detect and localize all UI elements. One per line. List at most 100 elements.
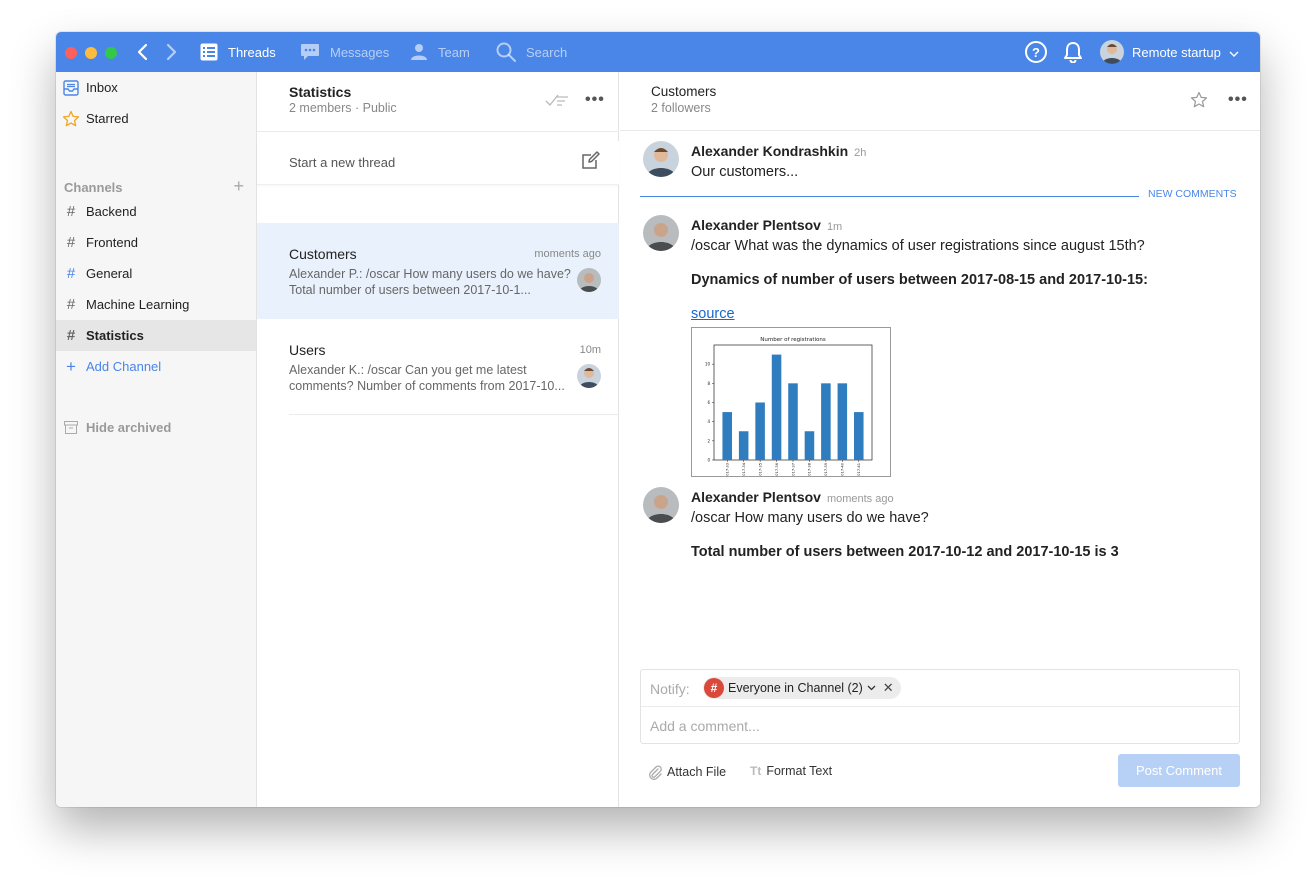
hide-archived-button[interactable]: Hide archived [56,412,256,443]
sidebar-item-label: Statistics [86,328,144,343]
thread-time: 10m [579,344,601,356]
message-author: Alexander Plentsov 1m [691,217,842,233]
sidebar-item-statistics[interactable]: # Statistics [56,320,256,351]
author-name: Alexander Kondrashkin [691,143,849,159]
hash-icon: # [704,678,724,698]
new-thread-row[interactable]: Start a new thread [257,141,619,185]
y-tick-label: 0 [707,458,710,463]
bell-icon[interactable] [1062,41,1084,68]
bot-result-text: Total number of users between 2017-10-12… [691,544,1119,560]
x-tick-label: 2017-40 [841,462,845,476]
avatar [577,364,601,388]
maximize-window-button[interactable] [105,47,117,59]
hide-archived-label: Hide archived [86,420,172,435]
attach-file-button[interactable]: Attach File [648,764,726,780]
message-author: Alexander Plentsov moments ago [691,489,894,505]
tab-team[interactable]: Team [410,32,470,72]
tab-threads[interactable]: Threads [200,32,276,72]
inbox-icon [56,79,86,96]
hash-icon: # [66,327,76,344]
sidebar-item-machine-learning[interactable]: # Machine Learning [56,289,256,320]
tab-team-label: Team [438,44,470,60]
avatar [643,487,679,523]
sidebar-item-backend[interactable]: # Backend [56,196,256,227]
add-channel-label: Add Channel [86,359,162,374]
thread-item-customers[interactable]: Customers moments ago Alexander P.: /osc… [257,223,619,319]
chevron-down-icon[interactable] [867,683,876,694]
sidebar-item-general[interactable]: # General [56,258,256,289]
add-channel-plus-icon[interactable]: + [233,177,244,195]
channels-heading: Channels [64,180,123,195]
registrations-chart[interactable]: Number of registrations 0 2 4 6 8 10 2017-33 20… [691,327,891,478]
new-thread-label: Start a new thread [289,155,396,170]
conversation-header: Customers 2 followers ••• [620,72,1260,131]
thread-title: Customers [651,84,717,99]
format-text-button[interactable]: Tt Format Text [750,764,832,778]
star-icon[interactable] [1190,91,1208,114]
chart-bar [788,383,798,460]
hash-icon: # [66,265,76,282]
chart-bar [771,354,782,460]
conversation-panel: Customers 2 followers ••• Alexander Kond… [620,72,1260,807]
notify-label: Notify: [650,681,690,697]
x-tick-label: 2017-39 [824,462,828,476]
message-text: /oscar What was the dynamics of user reg… [691,238,1145,254]
star-icon [56,110,86,128]
x-tick-label: 2017-38 [808,462,812,476]
sidebar-item-frontend[interactable]: # Frontend [56,227,256,258]
x-tick-label: 2017-36 [775,462,779,476]
threads-panel: Statistics 2 members · Public ••• Start … [257,72,619,807]
comment-input[interactable] [650,718,1230,734]
new-comments-label: NEW COMMENTS [1148,188,1237,200]
source-link[interactable]: source [691,306,735,322]
post-comment-button[interactable]: Post Comment [1118,754,1240,787]
workspace-menu[interactable]: Remote startup [1100,40,1239,64]
close-window-button[interactable] [65,47,77,59]
message-time: moments ago [826,493,894,505]
format-text-label: Format Text [766,764,833,778]
notify-chip[interactable]: # Everyone in Channel (2) ✕ [703,677,901,699]
tab-messages[interactable]: Messages [300,32,389,72]
chart-bar [854,412,864,460]
archive-icon [56,421,86,434]
more-options-icon[interactable]: ••• [1228,91,1248,109]
hash-icon: # [66,296,76,313]
thread-item-users[interactable]: Users 10m Alexander K.: /oscar Can you g… [257,319,619,415]
back-arrow-icon[interactable] [136,42,154,62]
search-icon [496,42,516,62]
thread-snippet: Alexander K.: /oscar Can you get me late… [289,363,565,393]
channel-subtitle: 2 members · Public [289,101,397,115]
search-button[interactable]: Search [496,32,567,72]
threads-icon [200,43,218,61]
sidebar-item-label: Frontend [86,235,139,250]
help-icon[interactable]: ? [1025,41,1047,63]
followers-count: 2 followers [651,101,711,115]
sidebar-item-starred[interactable]: Starred [56,103,256,134]
thread-snippet: Alexander P.: /oscar How many users do w… [289,267,571,297]
more-options-icon[interactable]: ••• [585,91,605,109]
avatar [643,215,679,251]
top-bar: Threads Messages Team Search ? Remote st… [56,32,1260,72]
plus-icon: + [66,356,76,376]
person-icon [410,43,428,61]
mark-read-icon[interactable] [545,93,569,112]
x-tick-label: 2017-35 [758,463,762,476]
add-channel-button[interactable]: + Add Channel [56,351,256,382]
close-icon[interactable]: ✕ [883,680,894,696]
sidebar-item-label: General [86,266,133,281]
hash-icon: # [66,203,76,220]
x-tick-label: 2017-33 [726,463,730,476]
divider [289,414,619,415]
message-text: /oscar How many users do we have? [691,510,929,526]
y-tick-label: 2 [707,438,710,443]
message-text: Our customers... [691,164,799,180]
thread-title: Customers [289,246,357,262]
paperclip-icon [648,764,662,780]
forward-arrow-icon[interactable] [164,42,182,62]
new-comments-divider [640,196,1139,197]
avatar [643,141,679,177]
sidebar-item-inbox[interactable]: Inbox [56,72,256,103]
compose-icon[interactable] [581,150,601,175]
minimize-window-button[interactable] [85,47,97,59]
sidebar-item-label: Starred [86,111,129,126]
